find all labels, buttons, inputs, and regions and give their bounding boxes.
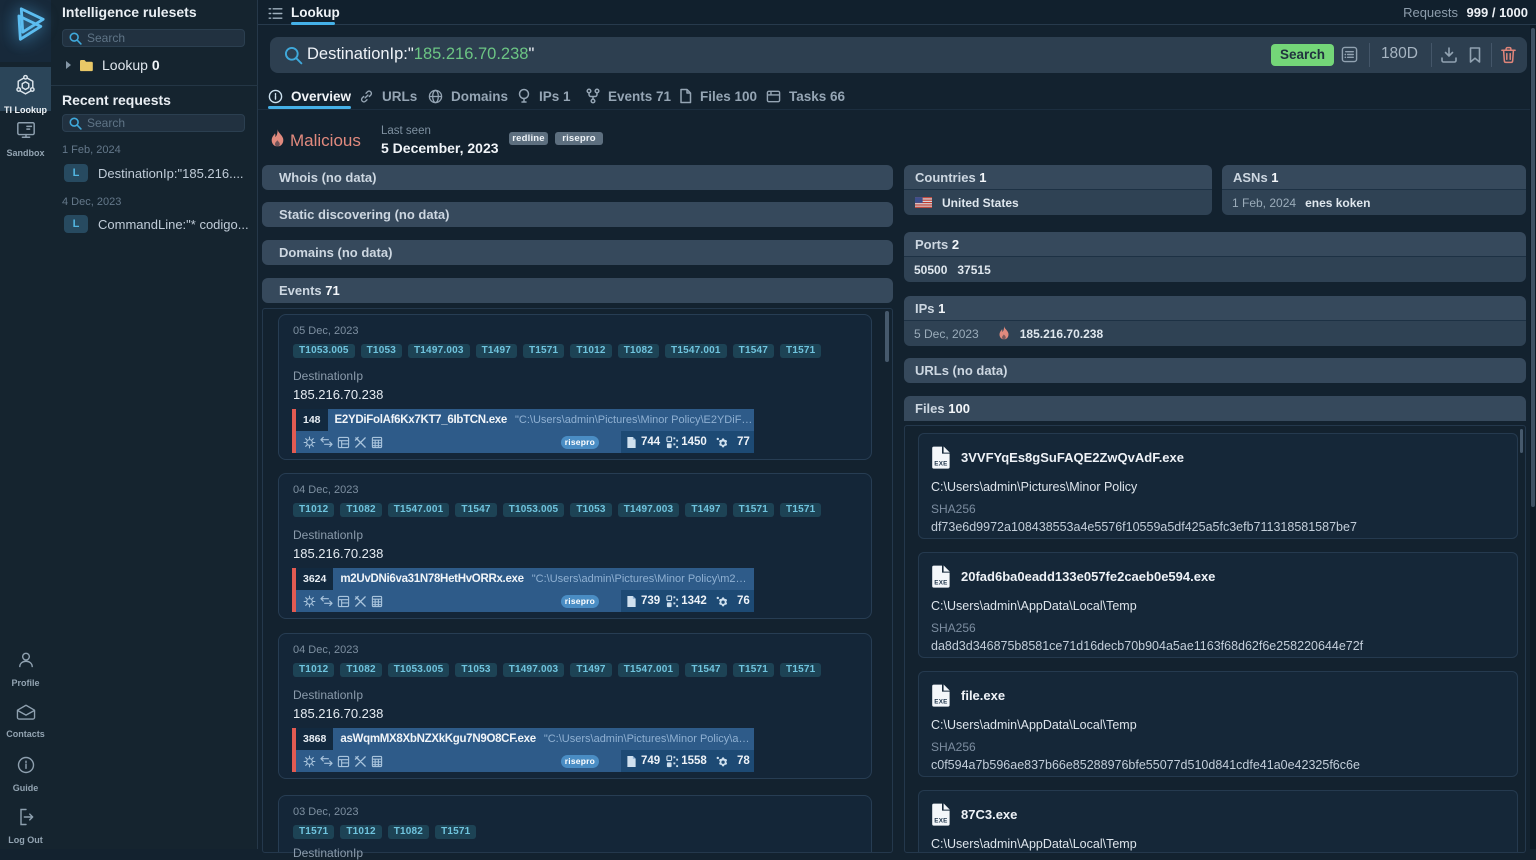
svg-text:EXE: EXE (934, 699, 947, 706)
svg-text:EXE: EXE (934, 580, 947, 587)
svg-text:EXE: EXE (934, 818, 947, 825)
svg-text:EXE: EXE (934, 461, 947, 468)
